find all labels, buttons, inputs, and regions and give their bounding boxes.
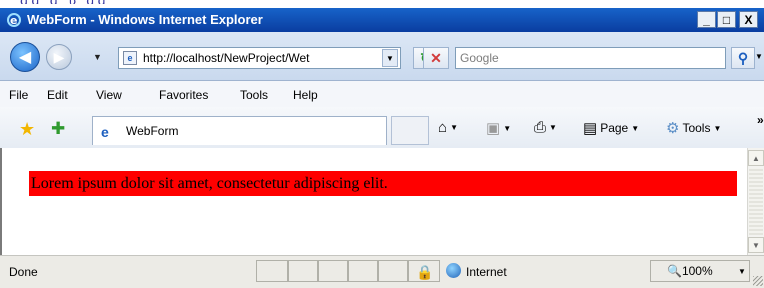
address-bar[interactable]: e http://localhost/NewProject/Wet ▼ — [118, 47, 401, 69]
page-menu-label: Page — [600, 121, 629, 135]
status-panel — [288, 260, 318, 282]
status-panel — [378, 260, 408, 282]
title-bar[interactable]: e WebForm - Windows Internet Explorer _ … — [0, 8, 764, 32]
forward-button[interactable]: ▶ — [46, 44, 72, 70]
scroll-down-icon[interactable]: ▼ — [748, 237, 764, 253]
status-panel — [318, 260, 348, 282]
feeds-button[interactable]: ▣ ▼ — [486, 119, 511, 137]
forward-arrow-icon: ▶ — [53, 48, 65, 65]
status-panel — [256, 260, 288, 282]
svg-text:e: e — [10, 14, 17, 27]
internet-explorer-icon: e — [101, 124, 109, 140]
menu-tools[interactable]: Tools — [240, 88, 268, 102]
background-text-fragment: ɡɡ ɡ ʋ ɡɡ — [20, 0, 109, 4]
scroll-up-icon[interactable]: ▲ — [748, 150, 764, 166]
lock-icon[interactable]: 🔒 — [416, 264, 433, 281]
tools-menu-label: Tools — [682, 121, 711, 135]
tools-menu-button[interactable]: ⚙ Tools ▼ — [666, 119, 721, 137]
zoom-value: 100% — [681, 264, 713, 278]
menu-view[interactable]: View — [96, 88, 122, 102]
tools-dropdown-icon: ▼ — [713, 123, 722, 133]
status-panel — [348, 260, 378, 282]
minimize-button[interactable]: _ — [697, 11, 716, 28]
recent-pages-dropdown-icon[interactable]: ▼ — [93, 52, 102, 62]
address-dropdown-icon[interactable]: ▼ — [382, 49, 398, 67]
menu-help[interactable]: Help — [293, 88, 318, 102]
browser-window: ɡɡ ɡ ʋ ɡɡ e WebForm - Windows Internet E… — [0, 0, 764, 288]
search-button[interactable]: ⚲ — [731, 47, 755, 69]
page-icon: ▤ — [583, 120, 598, 137]
menu-bar: File Edit View Favorites Tools Help — [0, 81, 764, 108]
zoom-level[interactable]: 🔍100% — [667, 264, 713, 278]
home-dropdown-icon[interactable]: ▼ — [450, 123, 458, 132]
page-menu-button[interactable]: ▤ Page ▼ — [583, 119, 639, 137]
lorem-text-block: Lorem ipsum dolor sit amet, consectetur … — [29, 171, 737, 196]
back-button[interactable]: ◀ — [10, 42, 40, 72]
scrollbar-track[interactable] — [749, 168, 763, 235]
internet-explorer-icon: e — [6, 12, 22, 28]
back-arrow-icon: ◀ — [18, 49, 32, 66]
address-url[interactable]: http://localhost/NewProject/Wet — [143, 51, 379, 65]
favorites-bar: ★ ✚ e WebForm ⌂ ▼ ▣ ▼ ⎙ ▼ ▤ Page ▼ ⚙ Tools … — [0, 107, 764, 149]
page-dropdown-icon: ▼ — [631, 123, 640, 133]
status-bar: Done 🔒 Internet 🔍100% ▼ — [0, 255, 764, 288]
maximize-button[interactable]: □ — [717, 11, 736, 28]
search-icon: ⚲ — [737, 49, 749, 66]
tab-webform[interactable]: e WebForm — [92, 116, 387, 145]
navigation-bar: ◀ ▶ ▼ e http://localhost/NewProject/Wet … — [0, 32, 764, 81]
window-title: WebForm - Windows Internet Explorer — [27, 12, 263, 27]
magnifier-icon: 🔍 — [667, 264, 682, 278]
home-button[interactable]: ⌂ ▼ — [438, 119, 458, 136]
new-tab-button[interactable] — [391, 116, 429, 145]
page-content: Lorem ipsum dolor sit amet, consectetur … — [0, 148, 747, 255]
resize-grip[interactable] — [753, 276, 763, 286]
menu-edit[interactable]: Edit — [47, 88, 68, 102]
search-placeholder: Google — [460, 51, 499, 65]
page-icon: e — [123, 51, 137, 65]
status-text: Done — [9, 265, 38, 279]
print-button[interactable]: ⎙ ▼ — [534, 119, 557, 136]
menu-favorites[interactable]: Favorites — [159, 88, 208, 102]
home-icon: ⌂ — [438, 119, 448, 136]
more-tools-chevron-icon[interactable]: » — [757, 113, 764, 127]
stop-icon: ✕ — [430, 49, 442, 66]
print-dropdown-icon[interactable]: ▼ — [549, 123, 557, 132]
print-icon: ⎙ — [534, 119, 547, 136]
feeds-dropdown-icon[interactable]: ▼ — [503, 124, 511, 133]
vertical-scrollbar[interactable]: ▲ ▼ — [747, 148, 764, 255]
globe-icon — [446, 263, 461, 278]
rss-feed-icon: ▣ — [486, 120, 501, 137]
favorites-star-icon[interactable]: ★ — [19, 119, 35, 140]
menu-file[interactable]: File — [9, 88, 28, 102]
close-button[interactable]: X — [739, 11, 758, 28]
add-favorites-icon[interactable]: ✚ — [51, 119, 65, 139]
tab-label: WebForm — [126, 124, 179, 138]
search-options-dropdown-icon[interactable]: ▼ — [755, 52, 763, 61]
search-input[interactable]: Google — [455, 47, 726, 69]
zoom-dropdown-icon[interactable]: ▼ — [738, 267, 746, 276]
gear-icon: ⚙ — [666, 120, 680, 137]
stop-button[interactable]: ✕ — [423, 47, 449, 69]
security-zone[interactable]: Internet — [466, 265, 507, 279]
